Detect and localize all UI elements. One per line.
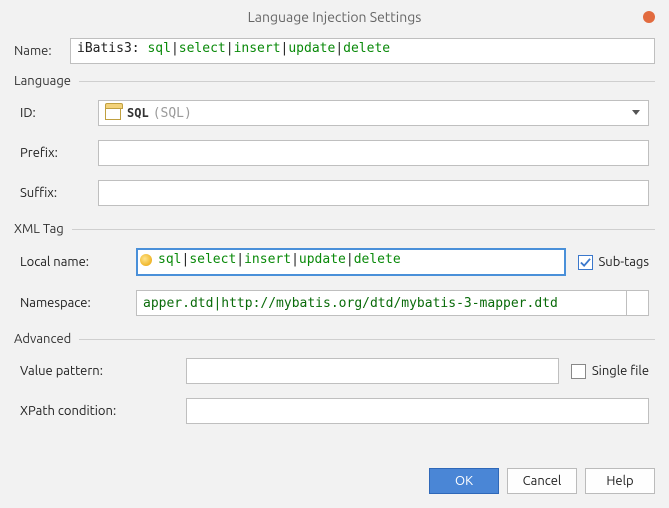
prefix-label: Prefix: [20,146,98,160]
namespace-text: apper.dtd|http://mybatis.org/dtd/mybatis… [143,296,558,311]
single-file-label: Single file [592,364,649,378]
sql-file-icon [105,106,121,120]
xml-legend: XML Tag [14,222,72,236]
cancel-button[interactable]: Cancel [507,468,577,494]
button-bar: OK Cancel Help [429,468,655,494]
id-main-text: SQL [127,106,149,120]
chevron-down-icon [632,110,640,115]
close-icon[interactable] [643,11,655,23]
checkbox-icon [578,255,593,270]
intention-bulb-icon[interactable] [140,254,152,266]
help-button[interactable]: Help [585,468,655,494]
value-pattern-input[interactable] [186,358,559,384]
namespace-dropdown-button[interactable] [627,290,649,316]
subtags-label: Sub-tags [599,255,650,269]
xpath-label: XPath condition: [20,404,186,418]
name-input[interactable]: iBatis3: sql|select|insert|update|delete [70,38,655,64]
single-file-checkbox[interactable]: Single file [571,364,649,379]
ok-button[interactable]: OK [429,468,499,494]
advanced-group: Advanced Value pattern: Single file XPat… [14,332,655,428]
id-paren-text: (SQL) [153,106,192,121]
language-legend: Language [14,74,79,88]
checkbox-icon [571,364,586,379]
id-combobox[interactable]: SQL (SQL) [98,100,649,126]
suffix-label: Suffix: [20,186,98,200]
xpath-input[interactable] [186,398,649,424]
prefix-input[interactable] [98,140,649,166]
namespace-combobox[interactable]: apper.dtd|http://mybatis.org/dtd/mybatis… [136,290,627,316]
advanced-legend: Advanced [14,332,79,346]
titlebar: Language Injection Settings [0,0,669,34]
dialog-body: Name: iBatis3: sql|select|insert|update|… [0,34,669,450]
name-row: Name: iBatis3: sql|select|insert|update|… [14,38,655,64]
subtags-checkbox[interactable]: Sub-tags [578,255,650,270]
suffix-input[interactable] [98,180,649,206]
namespace-label: Namespace: [20,296,136,310]
value-pattern-label: Value pattern: [20,364,186,378]
window-title: Language Injection Settings [248,9,422,25]
id-label: ID: [20,106,98,120]
local-name-input[interactable]: sql|select|insert|update|delete [136,248,566,276]
local-name-label: Local name: [20,255,136,269]
name-label: Name: [14,44,70,58]
xml-tag-group: XML Tag Local name: sql|select|insert|up… [14,222,655,320]
language-group: Language ID: SQL (SQL) Prefix: Suffix: [14,74,655,210]
